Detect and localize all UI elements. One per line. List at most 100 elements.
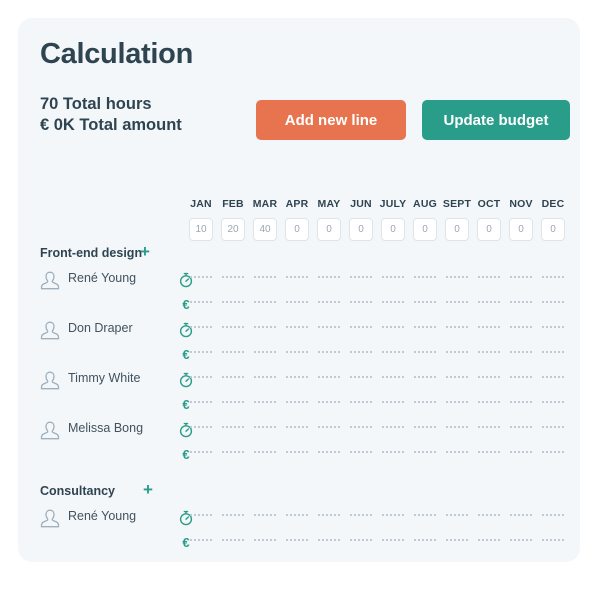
hours-cell[interactable] (377, 376, 409, 383)
money-cell[interactable] (473, 351, 505, 358)
money-cell[interactable] (377, 301, 409, 308)
money-cell[interactable] (249, 451, 281, 458)
hours-cell[interactable] (345, 276, 377, 283)
money-cell[interactable] (345, 539, 377, 546)
hours-cell[interactable] (409, 514, 441, 521)
hours-cell[interactable] (537, 376, 569, 383)
money-cell[interactable] (249, 301, 281, 308)
update-budget-button[interactable]: Update budget (422, 100, 570, 140)
budget-input-oct[interactable] (477, 218, 501, 241)
money-cell[interactable] (249, 401, 281, 408)
money-cell[interactable] (185, 539, 217, 546)
money-cell[interactable] (185, 351, 217, 358)
money-cell[interactable] (217, 539, 249, 546)
money-cell[interactable] (313, 301, 345, 308)
add-member-button[interactable]: + (143, 481, 153, 498)
budget-input-dec[interactable] (541, 218, 565, 241)
hours-cell[interactable] (185, 376, 217, 383)
money-cell[interactable] (441, 539, 473, 546)
money-cell[interactable] (345, 451, 377, 458)
money-cell[interactable] (441, 351, 473, 358)
hours-cell[interactable] (185, 426, 217, 433)
hours-cell[interactable] (185, 326, 217, 333)
money-cell[interactable] (217, 301, 249, 308)
hours-cell[interactable] (185, 276, 217, 283)
money-cell[interactable] (281, 401, 313, 408)
hours-cell[interactable] (345, 426, 377, 433)
hours-cell[interactable] (441, 276, 473, 283)
hours-cell[interactable] (217, 376, 249, 383)
money-cell[interactable] (537, 351, 569, 358)
hours-cell[interactable] (473, 276, 505, 283)
hours-cell[interactable] (377, 514, 409, 521)
budget-input-apr[interactable] (285, 218, 309, 241)
budget-input-nov[interactable] (509, 218, 533, 241)
hours-cell[interactable] (281, 326, 313, 333)
money-cell[interactable] (377, 451, 409, 458)
hours-cell[interactable] (473, 426, 505, 433)
hours-cell[interactable] (409, 326, 441, 333)
hours-cell[interactable] (281, 276, 313, 283)
hours-cell[interactable] (313, 276, 345, 283)
budget-input-aug[interactable] (413, 218, 437, 241)
hours-cell[interactable] (505, 514, 537, 521)
budget-input-jan[interactable] (189, 218, 213, 241)
money-cell[interactable] (345, 301, 377, 308)
money-cell[interactable] (505, 539, 537, 546)
hours-cell[interactable] (505, 376, 537, 383)
hours-cell[interactable] (313, 426, 345, 433)
hours-cell[interactable] (281, 426, 313, 433)
money-cell[interactable] (473, 451, 505, 458)
money-cell[interactable] (377, 351, 409, 358)
hours-cell[interactable] (441, 376, 473, 383)
money-cell[interactable] (281, 539, 313, 546)
hours-cell[interactable] (505, 276, 537, 283)
add-new-line-button[interactable]: Add new line (256, 100, 406, 140)
hours-cell[interactable] (409, 376, 441, 383)
hours-cell[interactable] (313, 514, 345, 521)
hours-cell[interactable] (345, 376, 377, 383)
hours-cell[interactable] (249, 426, 281, 433)
hours-cell[interactable] (281, 514, 313, 521)
hours-cell[interactable] (537, 426, 569, 433)
hours-cell[interactable] (473, 514, 505, 521)
money-cell[interactable] (537, 539, 569, 546)
money-cell[interactable] (313, 401, 345, 408)
money-cell[interactable] (217, 351, 249, 358)
hours-cell[interactable] (249, 326, 281, 333)
money-cell[interactable] (537, 301, 569, 308)
hours-cell[interactable] (313, 326, 345, 333)
money-cell[interactable] (505, 451, 537, 458)
table-row[interactable]: René Young € (18, 502, 580, 550)
hours-cell[interactable] (473, 326, 505, 333)
hours-cell[interactable] (377, 426, 409, 433)
money-cell[interactable] (313, 451, 345, 458)
hours-cell[interactable] (249, 376, 281, 383)
add-member-button[interactable]: + (140, 243, 150, 260)
hours-cell[interactable] (473, 376, 505, 383)
hours-cell[interactable] (217, 276, 249, 283)
budget-input-mar[interactable] (253, 218, 277, 241)
hours-cell[interactable] (217, 514, 249, 521)
hours-cell[interactable] (537, 326, 569, 333)
hours-cell[interactable] (537, 276, 569, 283)
money-cell[interactable] (281, 301, 313, 308)
hours-cell[interactable] (441, 426, 473, 433)
money-cell[interactable] (185, 451, 217, 458)
money-cell[interactable] (313, 539, 345, 546)
money-cell[interactable] (345, 351, 377, 358)
hours-cell[interactable] (505, 326, 537, 333)
money-cell[interactable] (505, 301, 537, 308)
hours-cell[interactable] (441, 514, 473, 521)
money-cell[interactable] (505, 351, 537, 358)
budget-input-jun[interactable] (349, 218, 373, 241)
table-row[interactable]: Melissa Bong € (18, 414, 580, 462)
money-cell[interactable] (409, 451, 441, 458)
hours-cell[interactable] (345, 514, 377, 521)
budget-input-sept[interactable] (445, 218, 469, 241)
money-cell[interactable] (217, 401, 249, 408)
hours-cell[interactable] (185, 514, 217, 521)
money-cell[interactable] (537, 401, 569, 408)
money-cell[interactable] (537, 451, 569, 458)
money-cell[interactable] (377, 539, 409, 546)
